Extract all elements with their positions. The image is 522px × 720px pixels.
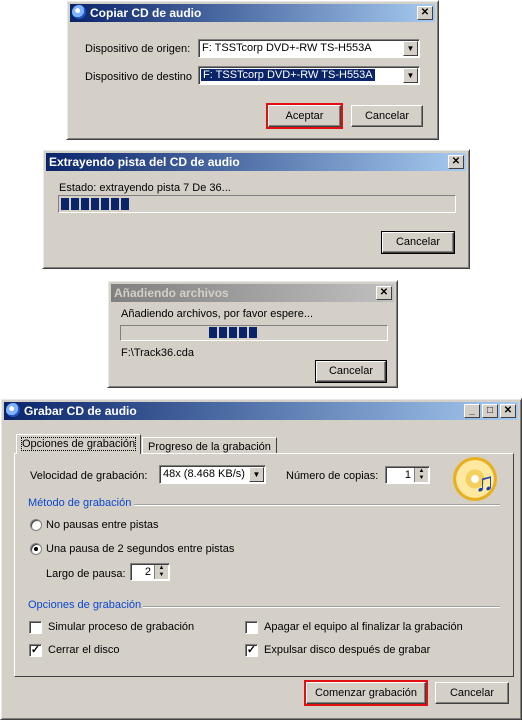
cancel-button[interactable]: Cancelar [351, 105, 423, 127]
cancel-button[interactable]: Cancelar [315, 360, 387, 383]
dropdown-arrow-icon[interactable]: ▼ [403, 41, 418, 56]
spin-arrows-icon[interactable]: ▲ ▼ [414, 468, 428, 482]
copies-value: 1 [404, 469, 411, 481]
adding-files-titlebar[interactable]: Añadiendo archivos ✕ [111, 284, 394, 302]
dropdown-arrow-icon[interactable]: ▼ [249, 467, 264, 482]
pause-length-stepper[interactable]: 2 ▲ ▼ [130, 563, 170, 581]
burn-options-divider [143, 606, 500, 608]
simulate-checkbox[interactable] [29, 621, 42, 634]
close-icon[interactable]: ✕ [376, 286, 392, 300]
progress-block [101, 198, 109, 210]
dest-device-label: Dispositivo de destino [85, 71, 193, 83]
app-disc-icon [6, 403, 20, 417]
radio-no-pause[interactable] [30, 519, 42, 531]
dropdown-arrow-icon[interactable]: ▼ [403, 68, 418, 83]
burn-speed-value: 48x (8.468 KB/s) [163, 468, 245, 480]
burn-speed-label: Velocidad de grabación: [30, 470, 148, 482]
progress-block [81, 198, 89, 210]
copy-cd-titlebar[interactable]: Copiar CD de audio ✕ [70, 4, 435, 22]
shutdown-label[interactable]: Apagar el equipo al finalizar la grabaci… [264, 621, 463, 633]
extract-status-text: Estado: extrayendo pista 7 De 36... [59, 182, 231, 194]
progress-block [91, 198, 99, 210]
progress-block [121, 198, 129, 210]
dialog-title: Copiar CD de audio [90, 6, 202, 20]
pause-length-label: Largo de pausa: [46, 568, 126, 580]
start-burn-button[interactable]: Comenzar grabación [306, 682, 426, 704]
radio-pause[interactable] [30, 543, 42, 555]
progress-block [71, 198, 79, 210]
extract-titlebar[interactable]: Extrayendo pista del CD de audio ✕ [46, 153, 466, 171]
tab-burn-progress[interactable]: Progreso de la grabación [142, 437, 277, 454]
source-device-value: F: TSSTcorp DVD+-RW TS-H553A [202, 42, 372, 54]
music-note-icon: ♫ [475, 467, 495, 497]
dialog-title: Añadiendo archivos [114, 286, 229, 300]
source-device-select[interactable]: F: TSSTcorp DVD+-RW TS-H553A ▼ [198, 39, 420, 58]
dest-device-select[interactable]: F: TSSTcorp DVD+-RW TS-H553A ▼ [198, 66, 420, 85]
close-disc-checkbox[interactable]: ✓ [29, 644, 42, 657]
dest-device-value: F: TSSTcorp DVD+-RW TS-H553A [201, 69, 375, 81]
eject-label[interactable]: Expulsar disco después de grabar [264, 644, 430, 656]
source-device-label: Dispositivo de origen: [85, 43, 191, 55]
cancel-button[interactable]: Cancelar [381, 231, 455, 254]
dialog-title: Extrayendo pista del CD de audio [49, 155, 240, 169]
accept-button[interactable]: Aceptar [268, 105, 341, 127]
burn-method-divider [134, 504, 500, 506]
burn-cd-dialog: Grabar CD de audio _ □ ✕ Opciones de gra… [0, 398, 522, 720]
copies-label: Número de copias: [286, 470, 379, 482]
copies-stepper[interactable]: 1 ▲ ▼ [385, 466, 430, 484]
close-icon[interactable]: ✕ [500, 404, 516, 418]
app-disc-icon [72, 5, 86, 19]
progress-block [61, 198, 69, 210]
eject-checkbox[interactable]: ✓ [245, 644, 258, 657]
simulate-label[interactable]: Simular proceso de grabación [48, 621, 194, 633]
shutdown-checkbox[interactable] [245, 621, 258, 634]
radio-pause-label[interactable]: Una pausa de 2 segundos entre pistas [46, 543, 234, 555]
tab-label: Progreso de la grabación [148, 441, 271, 453]
current-file-path: F:\Track36.cda [121, 347, 194, 359]
pause-length-value: 2 [144, 566, 151, 578]
close-disc-label[interactable]: Cerrar el disco [48, 644, 120, 656]
burn-titlebar[interactable]: Grabar CD de audio _ □ ✕ [4, 402, 518, 420]
spin-arrows-icon[interactable]: ▲ ▼ [154, 565, 168, 579]
adding-files-dialog: Añadiendo archivos ✕ Añadiendo archivos,… [107, 280, 398, 388]
extract-progress-bar [58, 195, 456, 213]
extract-track-dialog: Extrayendo pista del CD de audio ✕ Estad… [42, 149, 470, 269]
adding-files-message: Añadiendo archivos, por favor espere... [121, 308, 314, 320]
burn-method-group-label: Método de grabación [28, 497, 132, 509]
burn-options-group-label: Opciones de grabación [28, 599, 142, 611]
extract-progress-fill [61, 198, 131, 210]
adding-files-marquee [209, 327, 259, 339]
cancel-button[interactable]: Cancelar [435, 682, 509, 704]
tab-label: Opciones de grabación [20, 437, 137, 451]
maximize-icon[interactable]: □ [482, 404, 498, 418]
copy-cd-dialog: Copiar CD de audio ✕ Dispositivo de orig… [66, 0, 439, 140]
radio-no-pause-label[interactable]: No pausas entre pistas [46, 519, 159, 531]
dialog-title: Grabar CD de audio [24, 404, 137, 418]
burn-speed-select[interactable]: 48x (8.468 KB/s) ▼ [159, 465, 266, 484]
tab-burn-options[interactable]: Opciones de grabación [16, 434, 142, 454]
close-icon[interactable]: ✕ [448, 155, 464, 169]
adding-files-progress-bar [120, 325, 388, 341]
minimize-icon[interactable]: _ [464, 404, 480, 418]
progress-block [111, 198, 119, 210]
close-icon[interactable]: ✕ [417, 6, 433, 20]
